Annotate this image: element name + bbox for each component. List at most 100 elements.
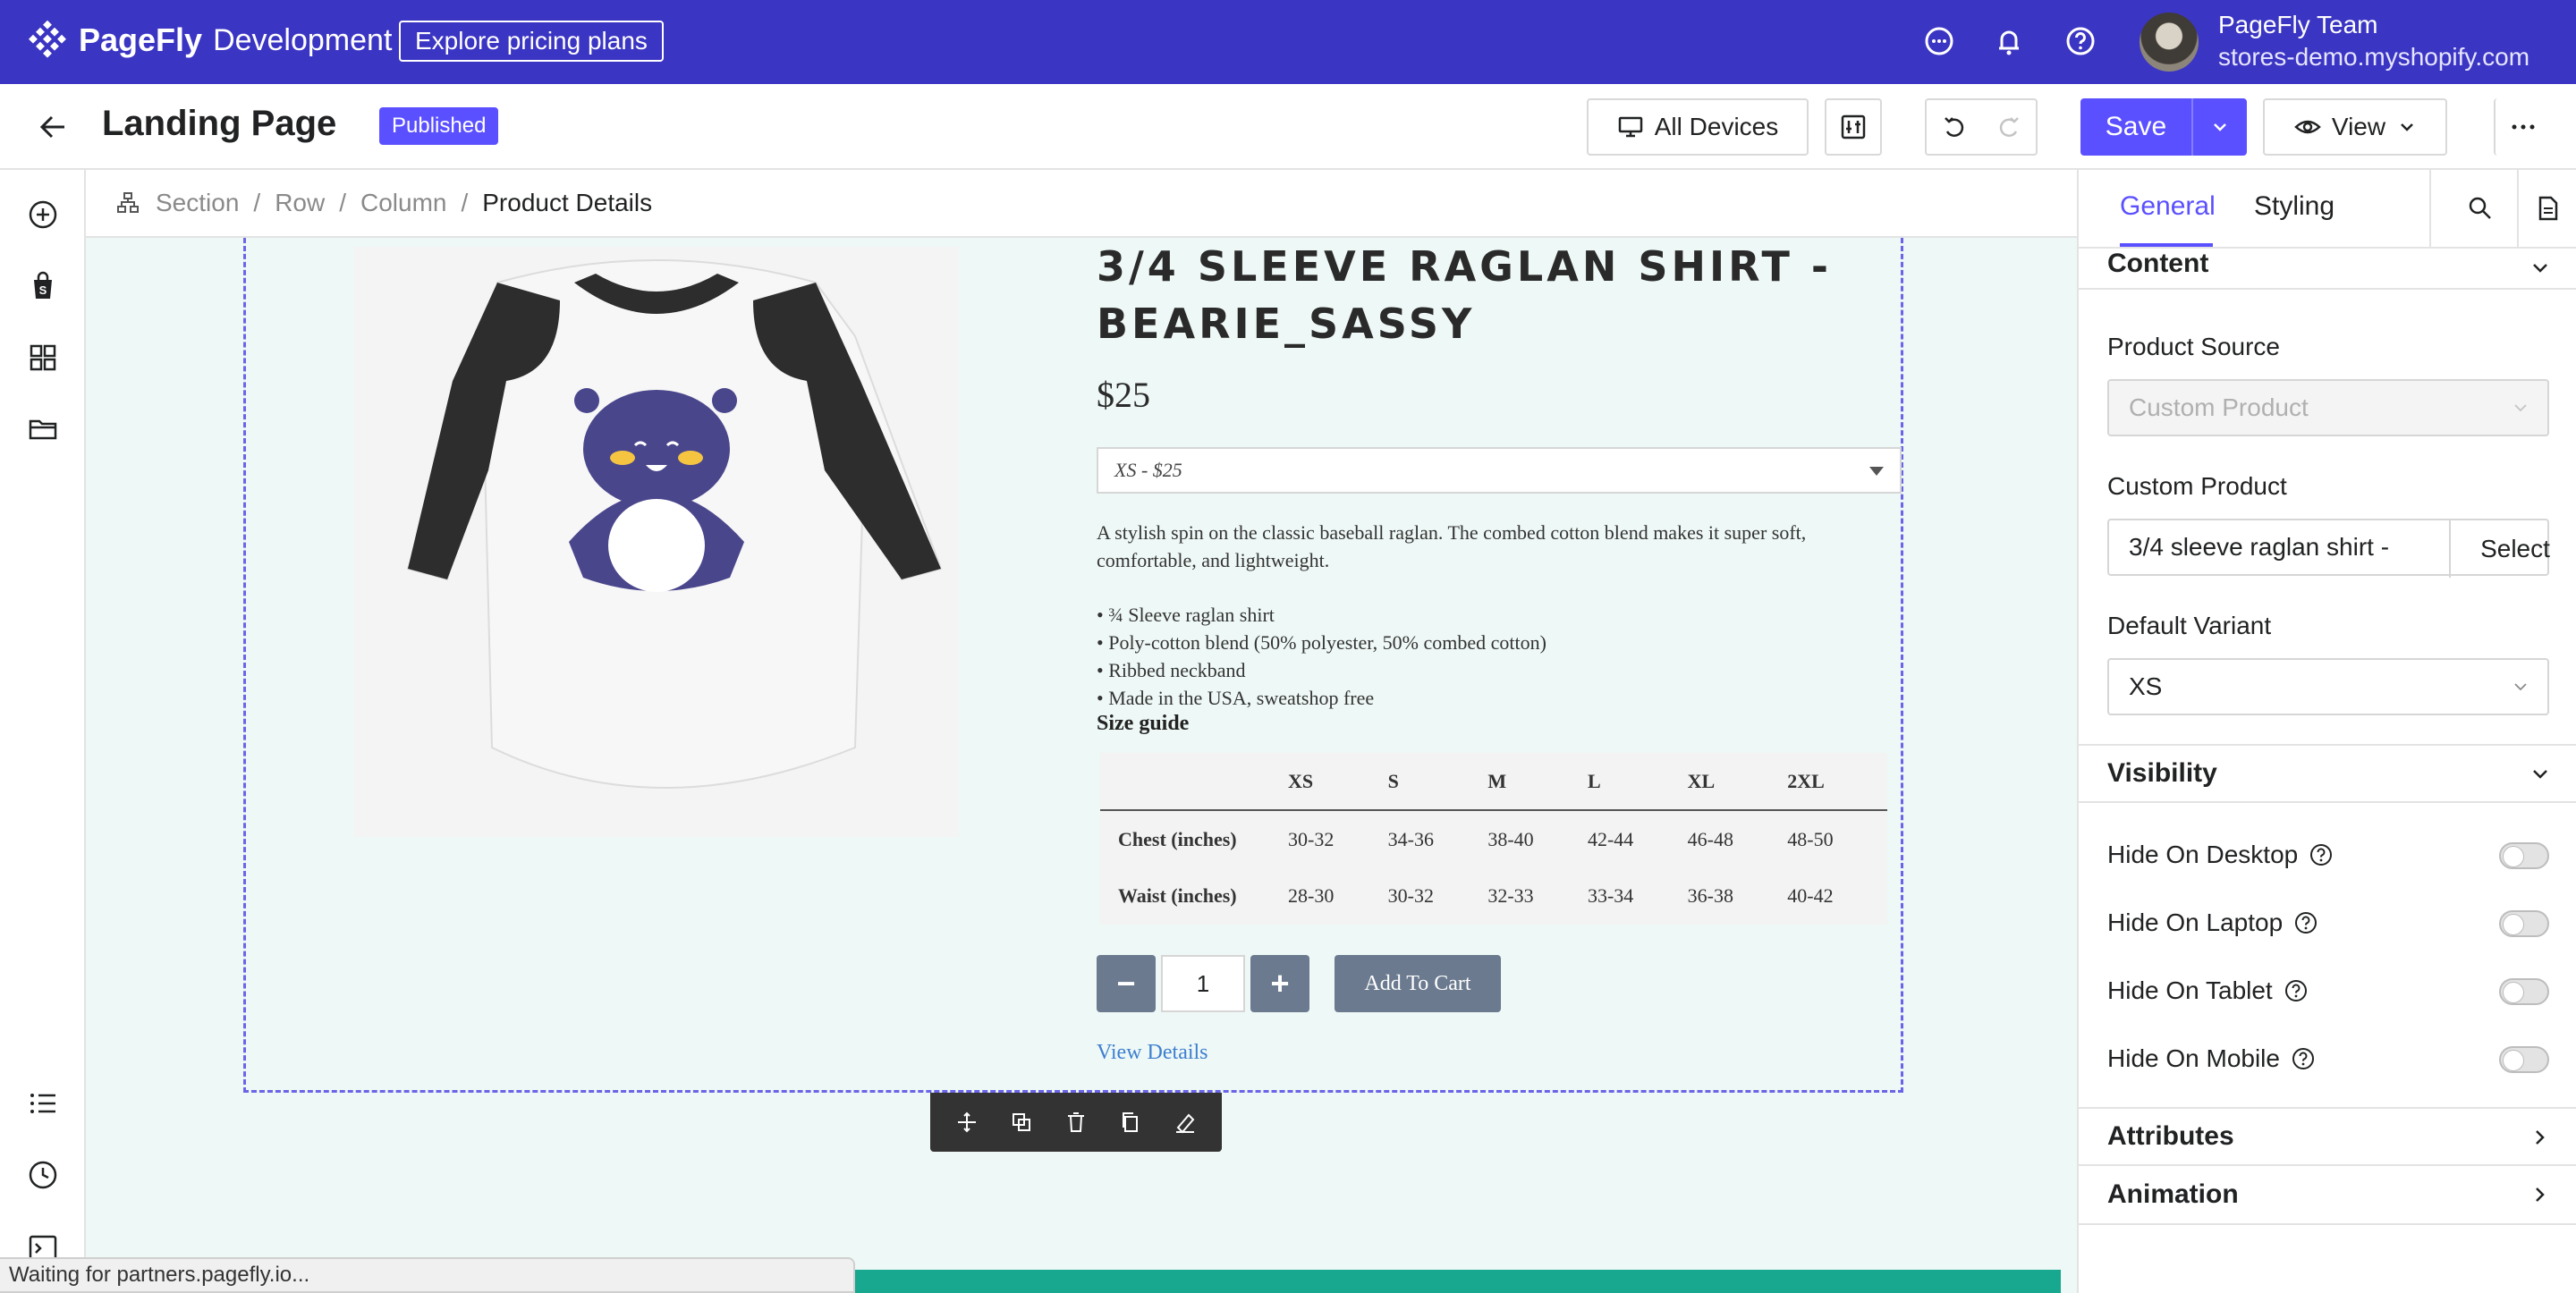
attributes-section-header[interactable]: Attributes [2079, 1107, 2576, 1166]
table-header-cell: M [1487, 753, 1588, 811]
back-arrow-icon[interactable] [36, 109, 72, 145]
table-header-cell: L [1587, 753, 1688, 811]
help-icon[interactable] [2064, 25, 2097, 57]
editor-canvas[interactable]: 3/4 SLEEVE RAGLAN SHIRT - BEARIE_SASSY $… [86, 238, 2077, 1293]
hide-on-tablet-label: Hide On Tablet [2107, 976, 2273, 1004]
add-to-cart-button[interactable]: Add To Cart [1335, 955, 1501, 1012]
trash-icon[interactable] [1063, 1110, 1089, 1135]
undo-redo-group [1925, 98, 2038, 156]
footer-section-band [855, 1270, 2061, 1293]
product-features: • ¾ Sleeve raglan shirt • Poly-cotton bl… [1097, 601, 1902, 712]
page-title: Landing Page [102, 104, 337, 143]
breadcrumb-item-column[interactable]: Column [360, 189, 446, 217]
size-table-header-row: XS S M L XL 2XL [1100, 753, 1887, 811]
table-row: Waist (inches) 28-30 30-32 32-33 33-34 3… [1100, 867, 1887, 925]
view-details-link[interactable]: View Details [1097, 1041, 1208, 1065]
bell-icon[interactable] [1993, 25, 2025, 57]
breadcrumb-separator: / [461, 189, 469, 216]
device-selector[interactable]: All Devices [1587, 98, 1809, 156]
save-options-dropdown[interactable] [2191, 98, 2247, 156]
hide-on-desktop-row: Hide On Desktop [2107, 837, 2549, 873]
default-variant-select[interactable]: XS [2107, 658, 2549, 715]
content-section-header[interactable]: Content [2079, 240, 2576, 290]
folder-icon[interactable] [27, 413, 59, 445]
attributes-section-title: Attributes [2107, 1121, 2234, 1151]
quantity-decrease-button[interactable]: − [1097, 955, 1156, 1012]
chat-icon[interactable] [1923, 25, 1955, 57]
page-settings-button[interactable] [1825, 98, 1882, 156]
help-icon[interactable] [2309, 842, 2334, 867]
paint-icon[interactable] [1173, 1110, 1198, 1135]
help-icon[interactable] [2293, 910, 2318, 935]
sliders-icon [1841, 114, 1866, 139]
table-header-cell: S [1387, 753, 1488, 811]
chevron-down-icon [2214, 123, 2226, 131]
eye-icon [2294, 120, 2321, 134]
quantity-input[interactable]: 1 [1161, 955, 1245, 1012]
product-title: 3/4 SLEEVE RAGLAN SHIRT - BEARIE_SASSY [1097, 242, 1832, 348]
history-icon[interactable] [27, 1159, 59, 1191]
quantity-add-row: − 1 + Add To Cart [1097, 955, 1501, 1012]
table-row-label: Waist (inches) [1118, 884, 1237, 907]
variant-select[interactable]: XS - $25 [1097, 447, 1902, 494]
table-header-cell: 2XL [1787, 753, 1887, 811]
shopify-icon[interactable]: S [27, 270, 59, 302]
pagefly-logo[interactable]: PageFly Development [27, 20, 392, 61]
visibility-section-header[interactable]: Visibility [2079, 744, 2576, 803]
duplicate-icon[interactable] [1009, 1110, 1034, 1135]
product-image[interactable] [354, 247, 959, 837]
hide-on-laptop-label: Hide On Laptop [2107, 908, 2284, 936]
left-sidebar: S [0, 170, 86, 1293]
more-options-button[interactable] [2494, 98, 2551, 156]
add-element-icon[interactable] [27, 199, 59, 231]
copy-icon[interactable] [1118, 1110, 1143, 1135]
content-section-title: Content [2107, 249, 2209, 278]
tab-styling[interactable]: Styling [2254, 191, 2334, 222]
custom-product-field[interactable]: 3/4 sleeve raglan shirt - Select [2107, 519, 2550, 578]
help-icon[interactable] [2284, 978, 2309, 1003]
animation-section-header[interactable]: Animation [2079, 1166, 2576, 1225]
save-button[interactable]: Save [2080, 98, 2247, 156]
breadcrumb: Section / Row / Column / Product Details [86, 170, 2077, 238]
default-variant-label: Default Variant [2107, 612, 2272, 639]
brand-name: PageFly [79, 21, 203, 58]
user-name: PageFly Team [2218, 11, 2378, 38]
list-icon[interactable] [27, 1087, 59, 1120]
select-product-button[interactable]: Select [2449, 520, 2576, 578]
breadcrumb-separator: / [339, 189, 346, 216]
breadcrumb-item-row[interactable]: Row [275, 189, 325, 217]
user-avatar[interactable] [2140, 13, 2199, 72]
redo-icon[interactable] [1996, 114, 2022, 140]
breadcrumb-item-section[interactable]: Section [156, 189, 239, 217]
search-icon[interactable] [2467, 195, 2494, 222]
explore-pricing-button[interactable]: Explore pricing plans [399, 21, 664, 62]
tab-general[interactable]: General [2120, 191, 2216, 222]
product-source-value: Custom Product [2129, 393, 2309, 421]
view-button[interactable]: View [2263, 98, 2447, 156]
hide-on-tablet-row: Hide On Tablet [2107, 973, 2549, 1009]
panel-tabs: General Styling [2079, 170, 2576, 249]
undo-icon[interactable] [1941, 114, 1968, 140]
hide-on-mobile-toggle[interactable] [2499, 1046, 2549, 1073]
save-button-label: Save [2105, 112, 2167, 141]
variant-select-value: XS - $25 [1114, 459, 1182, 481]
animation-section-title: Animation [2107, 1179, 2239, 1209]
browser-status-bar: Waiting for partners.pagefly.io... [0, 1257, 855, 1293]
size-table: XS S M L XL 2XL Chest (inches) 30-32 34-… [1100, 753, 1887, 925]
hide-on-laptop-toggle[interactable] [2499, 910, 2549, 937]
help-icon[interactable] [2291, 1046, 2316, 1071]
table-cell: 38-40 [1487, 827, 1534, 850]
hide-on-desktop-toggle[interactable] [2499, 842, 2549, 869]
table-cell: 33-34 [1587, 884, 1634, 907]
quantity-increase-button[interactable]: + [1250, 955, 1309, 1012]
grid-icon[interactable] [27, 342, 59, 374]
size-guide-heading: Size guide [1097, 712, 1190, 735]
table-cell: 42-44 [1587, 827, 1634, 850]
move-icon[interactable] [954, 1110, 979, 1135]
hide-on-tablet-toggle[interactable] [2499, 978, 2549, 1005]
pagefly-logo-icon [29, 20, 66, 58]
breadcrumb-separator: / [253, 189, 261, 216]
document-icon[interactable] [2535, 195, 2562, 222]
product-source-label: Product Source [2107, 333, 2280, 360]
hide-on-laptop-row: Hide On Laptop [2107, 905, 2549, 941]
